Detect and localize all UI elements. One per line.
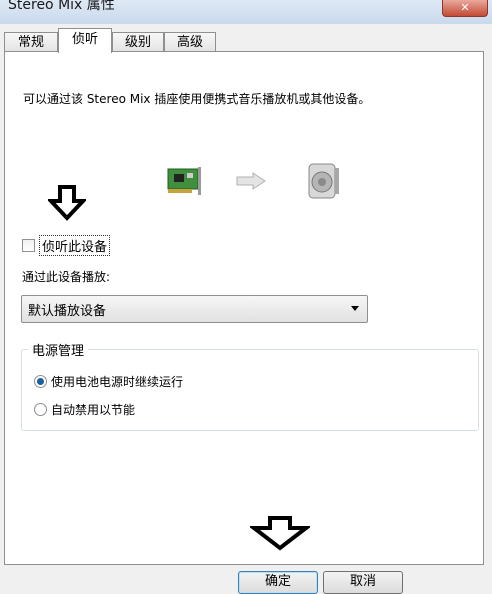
radio-auto-disable[interactable] <box>34 403 47 416</box>
tab-advanced[interactable]: 高级 <box>164 32 216 52</box>
listen-description: 可以通过该 Stereo Mix 插座使用便携式音乐播放机或其他设备。 <box>23 92 371 106</box>
radio-keep-running[interactable] <box>34 375 47 388</box>
playback-device-select[interactable]: 默认播放设备 <box>21 295 368 323</box>
close-button[interactable]: ✕ <box>442 0 488 17</box>
tab-general[interactable]: 常规 <box>4 32 58 52</box>
tab-listen[interactable]: 侦听 <box>58 28 112 53</box>
listen-checkbox-label[interactable]: 侦听此设备 <box>39 235 111 256</box>
chevron-down-icon <box>351 306 359 311</box>
power-management-title: 电源管理 <box>28 340 89 359</box>
title-bar: Stereo Mix 属性 ✕ <box>0 0 492 24</box>
arrow-right-icon <box>236 172 266 190</box>
playback-device-label: 通过此设备播放: <box>22 270 111 284</box>
down-arrow-icon <box>250 516 310 551</box>
speaker-icon <box>308 163 339 199</box>
cancel-button[interactable]: 取消 <box>323 571 403 594</box>
sound-card-icon <box>167 167 201 195</box>
tab-levels[interactable]: 级别 <box>112 32 164 52</box>
listen-panel: 可以通过该 Stereo Mix 插座使用便携式音乐播放机或其他设备。 侦听此设… <box>4 51 484 565</box>
window-title: Stereo Mix 属性 <box>8 0 115 13</box>
radio-auto-disable-label[interactable]: 自动禁用以节能 <box>51 401 135 418</box>
listen-checkbox[interactable] <box>22 239 35 252</box>
radio-keep-running-label[interactable]: 使用电池电源时继续运行 <box>51 373 183 390</box>
down-arrow-icon <box>48 185 86 221</box>
power-management-group <box>21 349 479 431</box>
ok-button[interactable]: 确定 <box>238 571 318 594</box>
playback-device-value: 默认播放设备 <box>28 304 107 319</box>
